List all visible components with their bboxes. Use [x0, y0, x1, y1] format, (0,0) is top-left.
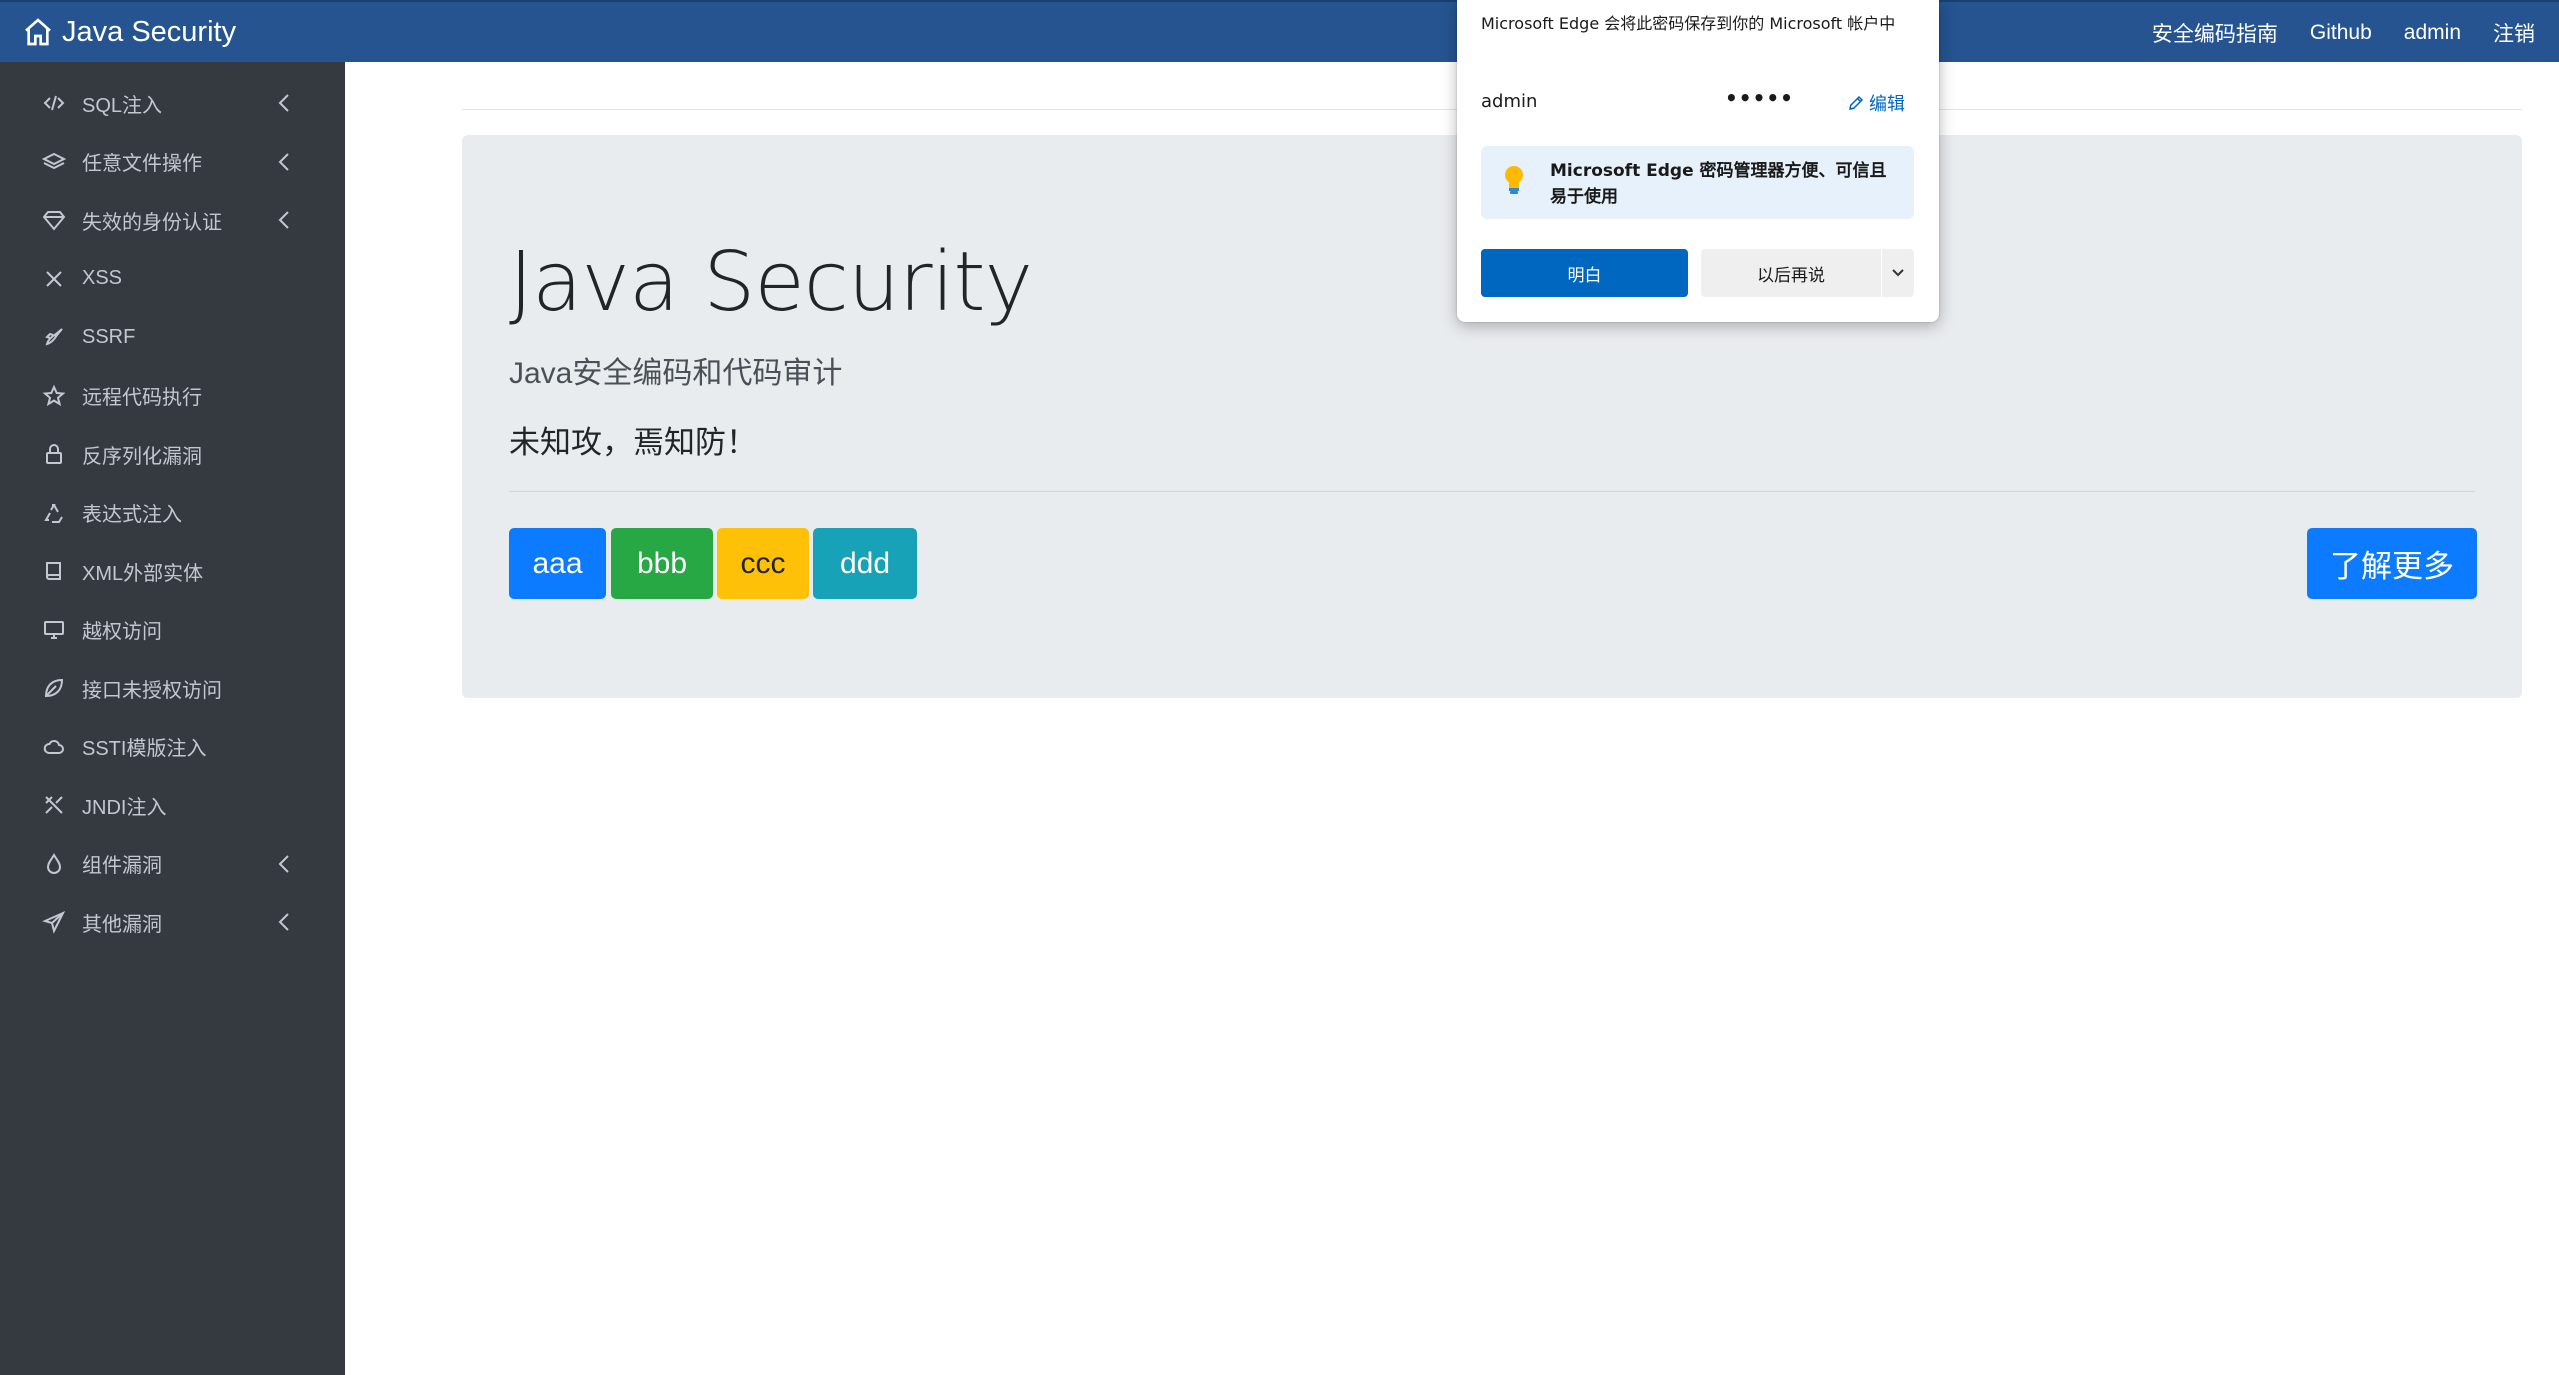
learn-more-button[interactable]: 了解更多 — [2307, 528, 2477, 599]
sidebar-item-ssrf[interactable]: SSRF — [0, 308, 345, 367]
motto-text: 未知攻，焉知防！ — [509, 425, 757, 460]
sidebar-item-label: XML外部实体 — [82, 562, 204, 585]
cloud-icon — [40, 733, 68, 761]
star-icon — [40, 382, 68, 410]
sidebar-item-expression-injection[interactable]: 表达式注入 — [0, 484, 345, 543]
sidebar-item-label: 接口未授权访问 — [82, 679, 222, 702]
tip-text: Microsoft Edge 密码管理器方便、可信且易于使用 — [1550, 161, 1887, 207]
not-now-button[interactable]: 以后再说 — [1701, 249, 1881, 297]
home-icon — [25, 18, 51, 46]
recycle-icon — [40, 499, 68, 527]
layers-icon — [40, 148, 68, 176]
top-nav-links: 安全编码指南 Github admin 注销 — [2120, 2, 2535, 64]
lightbulb-icon — [1505, 166, 1523, 194]
ddd-button[interactable]: ddd — [813, 528, 917, 599]
lock-icon — [40, 440, 68, 468]
sidebar: SQL注入 任意文件操作 失效的身份认证 XSS SSRF 远程代码执行 反序列… — [0, 62, 345, 1375]
sidebar-item-label: XSS — [82, 267, 123, 290]
chevron-left-icon — [276, 853, 292, 875]
sidebar-item-label: 失效的身份认证 — [82, 211, 222, 234]
rocket-icon — [40, 323, 68, 351]
sidebar-item-label: SSRF — [82, 325, 136, 348]
nav-link-logout[interactable]: 注销 — [2493, 18, 2535, 48]
sidebar-item-rce[interactable]: 远程代码执行 — [0, 367, 345, 426]
sidebar-item-label: SSTI模版注入 — [82, 738, 207, 761]
pencil-icon — [1849, 95, 1864, 110]
sidebar-item-deserialization[interactable]: 反序列化漏洞 — [0, 425, 345, 484]
password-manager-tip: Microsoft Edge 密码管理器方便、可信且易于使用 — [1481, 146, 1914, 219]
top-navbar: Java Security 安全编码指南 Github admin 注销 — [0, 0, 2559, 62]
chevron-left-icon — [276, 911, 292, 933]
edit-button[interactable]: 编辑 — [1847, 90, 1905, 116]
code-icon — [40, 89, 68, 117]
chevron-left-icon — [276, 151, 292, 173]
book-icon — [40, 557, 68, 585]
sidebar-item-label: 远程代码执行 — [82, 387, 202, 410]
saved-username: admin — [1481, 91, 1538, 112]
nav-link-guide[interactable]: 安全编码指南 — [2152, 18, 2278, 48]
got-it-button[interactable]: 明白 — [1481, 249, 1688, 297]
sidebar-item-sql-injection[interactable]: SQL注入 — [0, 74, 345, 133]
sidebar-item-label: JNDI注入 — [82, 796, 167, 819]
edit-label: 编辑 — [1869, 94, 1905, 115]
main-content: Java Security Java安全编码和代码审计 未知攻，焉知防！ aaa… — [345, 62, 2559, 1375]
sidebar-item-component-vuln[interactable]: 组件漏洞 — [0, 835, 345, 894]
send-icon — [40, 908, 68, 936]
sidebar-item-xxe[interactable]: XML外部实体 — [0, 542, 345, 601]
monitor-icon — [40, 616, 68, 644]
brand-link[interactable]: Java Security — [22, 16, 236, 49]
divider — [509, 491, 2475, 492]
diamond-icon — [40, 206, 68, 234]
sidebar-item-label: 表达式注入 — [82, 504, 182, 527]
nav-link-user[interactable]: admin — [2404, 21, 2461, 45]
sidebar-item-other-vuln[interactable]: 其他漏洞 — [0, 893, 345, 952]
sidebar-item-label: 其他漏洞 — [82, 913, 162, 936]
chevron-left-icon — [276, 209, 292, 231]
bbb-button[interactable]: bbb — [611, 528, 713, 599]
tools-icon — [40, 791, 68, 819]
sidebar-item-broken-auth[interactable]: 失效的身份认证 — [0, 191, 345, 250]
droplet-icon — [40, 850, 68, 878]
sidebar-item-privilege-escalation[interactable]: 越权访问 — [0, 601, 345, 660]
sidebar-item-unauthorized-api[interactable]: 接口未授权访问 — [0, 659, 345, 718]
nav-link-github[interactable]: Github — [2310, 21, 2372, 45]
more-options-button[interactable] — [1882, 249, 1914, 297]
sidebar-item-xss[interactable]: XSS — [0, 250, 345, 309]
leaf-icon — [40, 674, 68, 702]
ccc-button[interactable]: ccc — [717, 528, 809, 599]
password-save-popup: Microsoft Edge 会将此密码保存到你的 Microsoft 帐户中 … — [1457, 0, 1939, 322]
page-subtitle: Java安全编码和代码审计 — [509, 357, 843, 390]
sidebar-item-label: 越权访问 — [82, 621, 162, 644]
chevron-left-icon — [276, 92, 292, 114]
sidebar-item-jndi[interactable]: JNDI注入 — [0, 776, 345, 835]
brand-title: Java Security — [62, 15, 237, 48]
sidebar-item-label: 组件漏洞 — [82, 855, 162, 878]
sidebar-item-file-ops[interactable]: 任意文件操作 — [0, 133, 345, 192]
sidebar-item-label: 反序列化漏洞 — [82, 445, 202, 468]
sidebar-item-label: 任意文件操作 — [82, 153, 202, 176]
sidebar-item-label: SQL注入 — [82, 94, 163, 117]
page-title: Java Security — [509, 235, 1033, 330]
popup-message: Microsoft Edge 会将此密码保存到你的 Microsoft 帐户中 — [1481, 14, 1896, 33]
chevron-down-icon — [1892, 269, 1904, 277]
x-icon — [40, 265, 68, 293]
sidebar-item-ssti[interactable]: SSTI模版注入 — [0, 718, 345, 777]
aaa-button[interactable]: aaa — [509, 528, 606, 599]
saved-password-mask: ••••• — [1725, 86, 1794, 110]
